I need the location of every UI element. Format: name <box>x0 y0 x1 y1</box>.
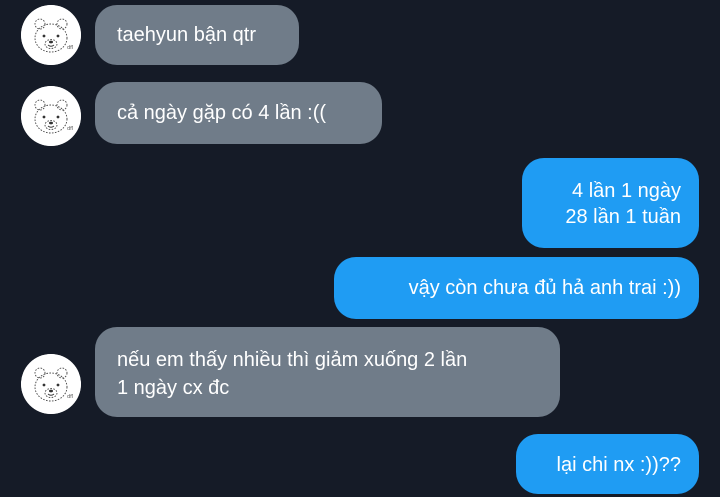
message-bubble-outgoing[interactable]: lại chi nx :))?? <box>516 434 699 494</box>
message-bubble-outgoing[interactable]: vậy còn chưa đủ hả anh trai :)) <box>334 257 699 319</box>
bear-sketch-avatar-icon <box>21 86 81 146</box>
message-text: vậy còn chưa đủ hả anh trai :)) <box>408 277 681 299</box>
message-text: cả ngày gặp có 4 lần :(( <box>117 102 327 124</box>
message-bubble-incoming[interactable]: nếu em thấy nhiều thì giảm xuống 2 lần 1… <box>95 327 560 417</box>
message-bubble-outgoing[interactable]: 4 lần 1 ngày 28 lần 1 tuần <box>522 158 699 248</box>
chat-thread: taehyun bận qtr cả ngày gặp có 4 lần :((… <box>0 0 720 497</box>
message-text: 4 lần 1 ngày <box>572 180 681 202</box>
contact-avatar[interactable] <box>21 354 81 414</box>
contact-avatar[interactable] <box>21 86 81 146</box>
message-text: 28 lần 1 tuần <box>565 206 681 228</box>
message-text: lại chi nx :))?? <box>556 454 682 476</box>
message-bubble-incoming[interactable]: cả ngày gặp có 4 lần :(( <box>95 82 382 144</box>
bear-sketch-avatar-icon <box>21 354 81 414</box>
message-text: nếu em thấy nhiều thì giảm xuống 2 lần <box>117 349 468 371</box>
contact-avatar[interactable] <box>21 5 81 65</box>
bear-sketch-avatar-icon <box>21 5 81 65</box>
message-text: 1 ngày cx đc <box>117 377 230 399</box>
message-bubble-incoming[interactable]: taehyun bận qtr <box>95 5 299 65</box>
message-text: taehyun bận qtr <box>117 24 256 46</box>
